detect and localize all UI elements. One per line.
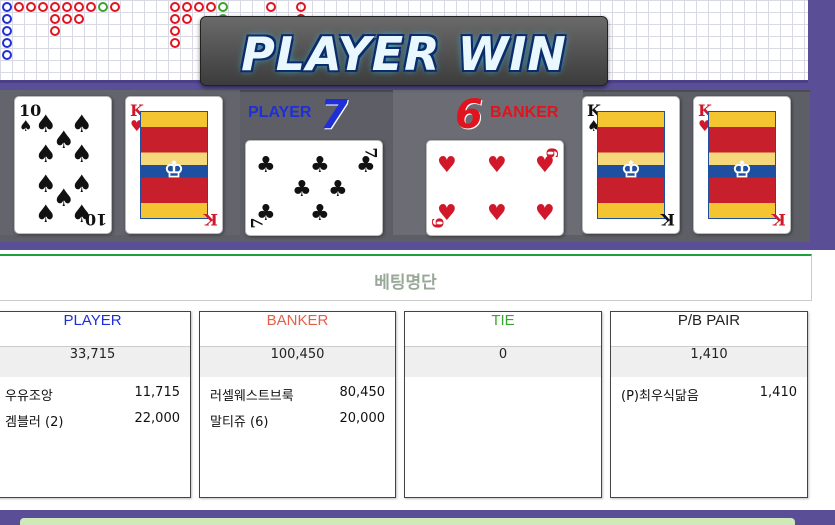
bead-dot	[26, 2, 36, 12]
pip-icon: ♣	[310, 153, 330, 178]
bead-dot	[2, 38, 12, 48]
player-card-3: 7 7 ♣ ♣ ♣ ♣ ♣ ♣ ♣	[245, 140, 383, 236]
bead-dot	[182, 14, 192, 24]
win-text: PLAYER WIN	[241, 27, 567, 81]
panel-total: 0	[405, 347, 601, 377]
player-score: 7	[320, 92, 348, 138]
bead-dot	[170, 2, 180, 12]
bet-amount: 20,000	[339, 411, 386, 426]
pip-icon: ♣	[292, 177, 312, 202]
card-rank: K	[204, 210, 218, 229]
bettor-name: (P)최우식닮음	[621, 389, 699, 404]
banker-card-2: K ♠ ♔ K	[582, 96, 680, 234]
pip-icon: ♠	[35, 200, 57, 228]
card-rank: K	[772, 210, 786, 229]
bet-panel-tie: TIE 0	[404, 311, 602, 498]
pip-icon: ♥	[535, 153, 555, 178]
banker-card-1: 6 6 ♥ ♥ ♥ ♥ ♥ ♥	[426, 140, 564, 236]
pip-icon: ♣	[328, 177, 348, 202]
bettor-row: 말티쥬 (6) 20,000	[200, 411, 395, 437]
bet-panel-banker: BANKER 100,450 러셀웨스트브룩 80,450 말티쥬 (6) 20…	[199, 311, 396, 498]
pip-icon: ♣	[356, 153, 376, 178]
betting-list-header: 베팅명단	[0, 254, 812, 301]
bead-dot	[50, 14, 60, 24]
bet-panel-player: PLAYER 33,715 우유조앙 11,715 겜블러 (2) 22,000	[0, 311, 191, 498]
bead-dot	[296, 2, 306, 12]
pip-icon: ♠	[71, 200, 93, 228]
pip-icon: ♠	[35, 140, 57, 168]
pip-icon: ♥	[535, 201, 555, 226]
panel-title: BANKER	[200, 312, 395, 347]
game-table: PLAYER WIN PLAYER 7 6 BANKER 10 ♠ 10 ♠ ♠ ♠…	[0, 0, 835, 250]
pip-icon: ♣	[256, 201, 276, 226]
bead-dot	[2, 50, 12, 60]
bead-dot	[170, 14, 180, 24]
player-label: PLAYER	[248, 104, 312, 121]
bettor-name: 겜블러 (2)	[5, 415, 64, 430]
pip-icon: ♠	[71, 140, 93, 168]
banker-score: 6	[455, 92, 483, 138]
bettor-name: 우유조앙	[5, 389, 53, 404]
bead-dot	[206, 2, 216, 12]
panel-total: 1,410	[611, 347, 807, 377]
king-face-art: ♔	[708, 111, 776, 219]
panel-total: 100,450	[200, 347, 395, 377]
baccarat-screen: PLAYER WIN PLAYER 7 6 BANKER 10 ♠ 10 ♠ ♠ ♠…	[0, 0, 835, 525]
card-rank: K	[661, 210, 675, 229]
bettor-name: 러셀웨스트브룩	[210, 389, 294, 404]
panel-total: 33,715	[0, 347, 190, 377]
bettor-row: 겜블러 (2) 22,000	[0, 411, 190, 437]
banker-card-3: K ♥ ♔ K	[693, 96, 791, 234]
banker-label: BANKER	[490, 104, 559, 121]
panel-title: P/B PAIR	[611, 312, 807, 347]
bead-dot	[38, 2, 48, 12]
bead-dot	[98, 2, 108, 12]
player-card-1: 10 ♠ 10 ♠ ♠ ♠ ♠ ♠ ♠ ♠ ♠ ♠ ♠	[14, 96, 112, 234]
bead-dot	[74, 2, 84, 12]
king-face-art: ♔	[140, 111, 208, 219]
pip-icon: ♥	[487, 153, 507, 178]
pip-icon: ♥	[487, 201, 507, 226]
panel-title: TIE	[405, 312, 601, 347]
footer-highlight	[20, 518, 795, 525]
bead-dot	[2, 14, 12, 24]
bead-dot	[86, 2, 96, 12]
bead-dot	[62, 2, 72, 12]
bet-amount: 80,450	[339, 385, 386, 400]
bet-panel-pair: P/B PAIR 1,410 (P)최우식닮음 1,410	[610, 311, 808, 498]
bead-dot	[2, 26, 12, 36]
bettor-row: 러셀웨스트브룩 80,450	[200, 385, 395, 411]
bead-dot	[170, 26, 180, 36]
betting-list-title: 베팅명단	[374, 273, 437, 293]
bettor-row: 우유조앙 11,715	[0, 385, 190, 411]
bet-amount: 22,000	[134, 411, 181, 426]
bead-dot	[170, 38, 180, 48]
bettor-name: 말티쥬 (6)	[210, 415, 269, 430]
bead-dot	[218, 2, 228, 12]
bead-dot	[50, 26, 60, 36]
bead-dot	[182, 2, 192, 12]
bead-dot	[266, 2, 276, 12]
king-face-art: ♔	[597, 111, 665, 219]
bead-dot	[50, 2, 60, 12]
pip-icon: ♣	[256, 153, 276, 178]
bet-amount: 11,715	[134, 385, 181, 400]
bead-dot	[62, 14, 72, 24]
spade-icon: ♠	[19, 117, 33, 135]
bead-dot	[74, 14, 84, 24]
player-card-2: K ♥ ♔ K	[125, 96, 223, 234]
win-banner: PLAYER WIN	[200, 16, 608, 86]
bead-dot	[2, 2, 12, 12]
panel-title: PLAYER	[0, 312, 190, 347]
bead-dot	[194, 2, 204, 12]
bead-dot	[110, 2, 120, 12]
bead-dot	[14, 2, 24, 12]
pip-icon: ♣	[310, 201, 330, 226]
pip-icon: ♥	[437, 153, 457, 178]
bet-amount: 1,410	[759, 385, 797, 400]
pip-icon: ♥	[437, 201, 457, 226]
bettor-row: (P)최우식닮음 1,410	[611, 385, 807, 411]
